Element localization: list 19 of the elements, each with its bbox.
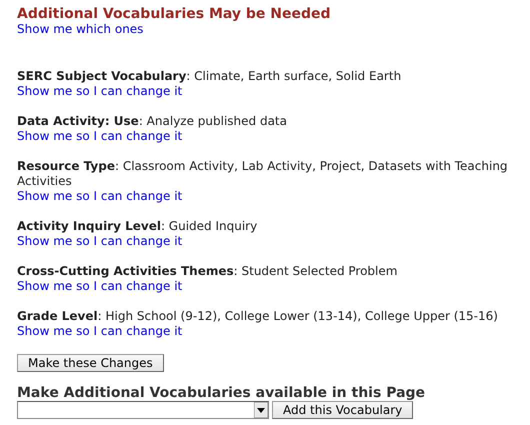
vocabulary-dropdown[interactable] — [17, 401, 269, 419]
add-vocabulary-button[interactable]: Add this Vocabulary — [272, 401, 414, 419]
notice-title: Additional Vocabularies May be Needed — [17, 6, 332, 22]
change-link[interactable]: Show me so I can change it — [17, 234, 182, 248]
show-which-link[interactable]: Show me which ones — [17, 22, 144, 36]
change-link[interactable]: Show me so I can change it — [17, 324, 182, 338]
make-changes-button[interactable]: Make these Changes — [17, 354, 164, 372]
vocabulary-values: Cross-Cutting Activities Themes: Student Selected Problem — [17, 264, 398, 279]
vocabulary-values: Grade Level: High School (9-12), College Lower (13-14), College Upper (15-16) — [17, 309, 499, 324]
vocabulary-values: Resource Type: Classroom Activity, Lab Activity, Project, Datasets with Teaching Activities — [17, 159, 509, 189]
dropdown-arrow-icon — [254, 402, 268, 418]
add-vocabularies-heading: Make Additional Vocabularies available in this Page — [17, 385, 426, 401]
change-link[interactable]: Show me so I can change it — [17, 189, 182, 203]
vocabulary-values: Activity Inquiry Level: Guided Inquiry — [17, 219, 258, 234]
change-link[interactable]: Show me so I can change it — [17, 279, 182, 293]
vocabulary-values: SERC Subject Vocabulary: Climate, Earth surface, Solid Earth — [17, 69, 402, 84]
vocabulary-values: Data Activity: Use: Analyze published data — [17, 114, 288, 129]
change-link[interactable]: Show me so I can change it — [17, 84, 182, 98]
change-link[interactable]: Show me so I can change it — [17, 129, 182, 143]
